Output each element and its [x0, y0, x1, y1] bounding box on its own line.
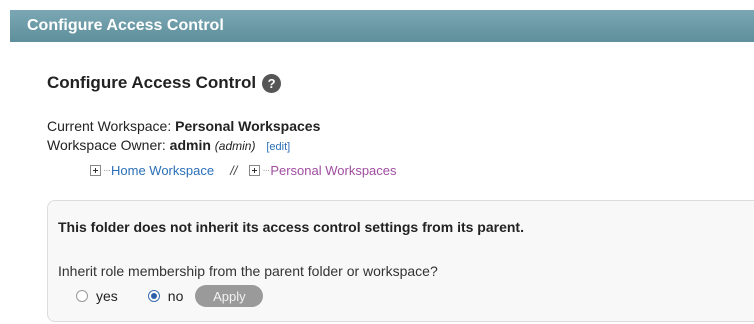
window-titlebar: Configure Access Control — [10, 10, 754, 42]
workspace-owner-name: admin — [169, 137, 211, 153]
expand-plus-icon[interactable] — [90, 165, 101, 176]
tree-dots: ··· — [262, 165, 270, 176]
tree-dots: ··· — [103, 165, 111, 176]
page-title: Configure Access Control — [47, 73, 257, 92]
radio-no-label[interactable]: no — [168, 288, 184, 304]
breadcrumb-home-workspace-link[interactable]: Home Workspace — [111, 163, 214, 178]
workspace-owner-id: (admin) — [214, 139, 256, 153]
workspace-owner-line: Workspace Owner: admin (admin) [edit] — [47, 137, 290, 153]
workspace-owner-label: Workspace Owner: — [47, 137, 170, 153]
current-workspace-label: Current Workspace: — [47, 118, 176, 134]
edit-owner-link[interactable]: [edit] — [266, 141, 290, 153]
inheritance-message: This folder does not inherit its access … — [58, 219, 524, 235]
inheritance-panel: This folder does not inherit its access … — [47, 200, 754, 322]
radio-yes[interactable] — [76, 290, 88, 302]
breadcrumb-personal-workspaces-link[interactable]: Personal Workspaces — [270, 163, 396, 178]
window-title: Configure Access Control — [27, 17, 224, 34]
radio-no[interactable] — [147, 290, 160, 302]
radio-yes-label[interactable]: yes — [96, 288, 118, 304]
current-workspace-value: Personal Workspaces — [175, 118, 321, 134]
current-workspace-line: Current Workspace: Personal Workspaces — [47, 118, 320, 134]
inherit-question: Inherit role membership from the parent … — [58, 263, 438, 279]
inherit-options: yes no Apply — [76, 285, 264, 307]
breadcrumb: ··· Home Workspace // ··· Personal Works… — [90, 163, 397, 178]
page-heading: Configure Access Control ? — [47, 73, 282, 93]
apply-button[interactable]: Apply — [195, 285, 264, 307]
expand-plus-icon[interactable] — [249, 165, 261, 176]
breadcrumb-separator: // — [230, 163, 238, 178]
help-icon[interactable]: ? — [262, 73, 282, 93]
